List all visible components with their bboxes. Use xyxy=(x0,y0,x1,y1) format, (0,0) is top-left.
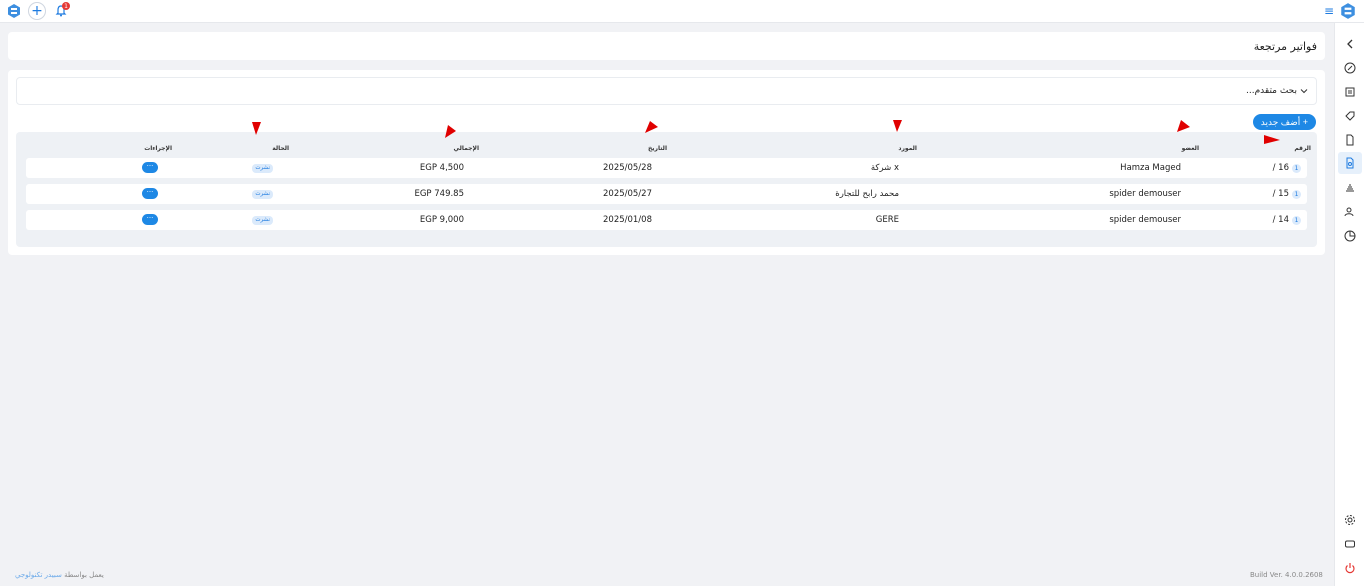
build-version: Build Ver. 4.0.0.2608 xyxy=(1250,571,1323,579)
powered-by: يعمل بواسطة سبيدر تكنولوجي xyxy=(15,571,104,579)
powered-by-brand[interactable]: سبيدر تكنولوجي xyxy=(15,571,62,579)
arrow-icon xyxy=(252,122,261,135)
arrow-icon xyxy=(1264,135,1280,144)
arrow-icon xyxy=(893,120,902,132)
arrow-icon xyxy=(1177,120,1190,132)
powered-by-prefix: يعمل بواسطة xyxy=(64,571,104,579)
arrow-icon xyxy=(645,121,658,133)
arrow-icon xyxy=(445,125,456,138)
annotation-arrows xyxy=(252,120,1280,144)
